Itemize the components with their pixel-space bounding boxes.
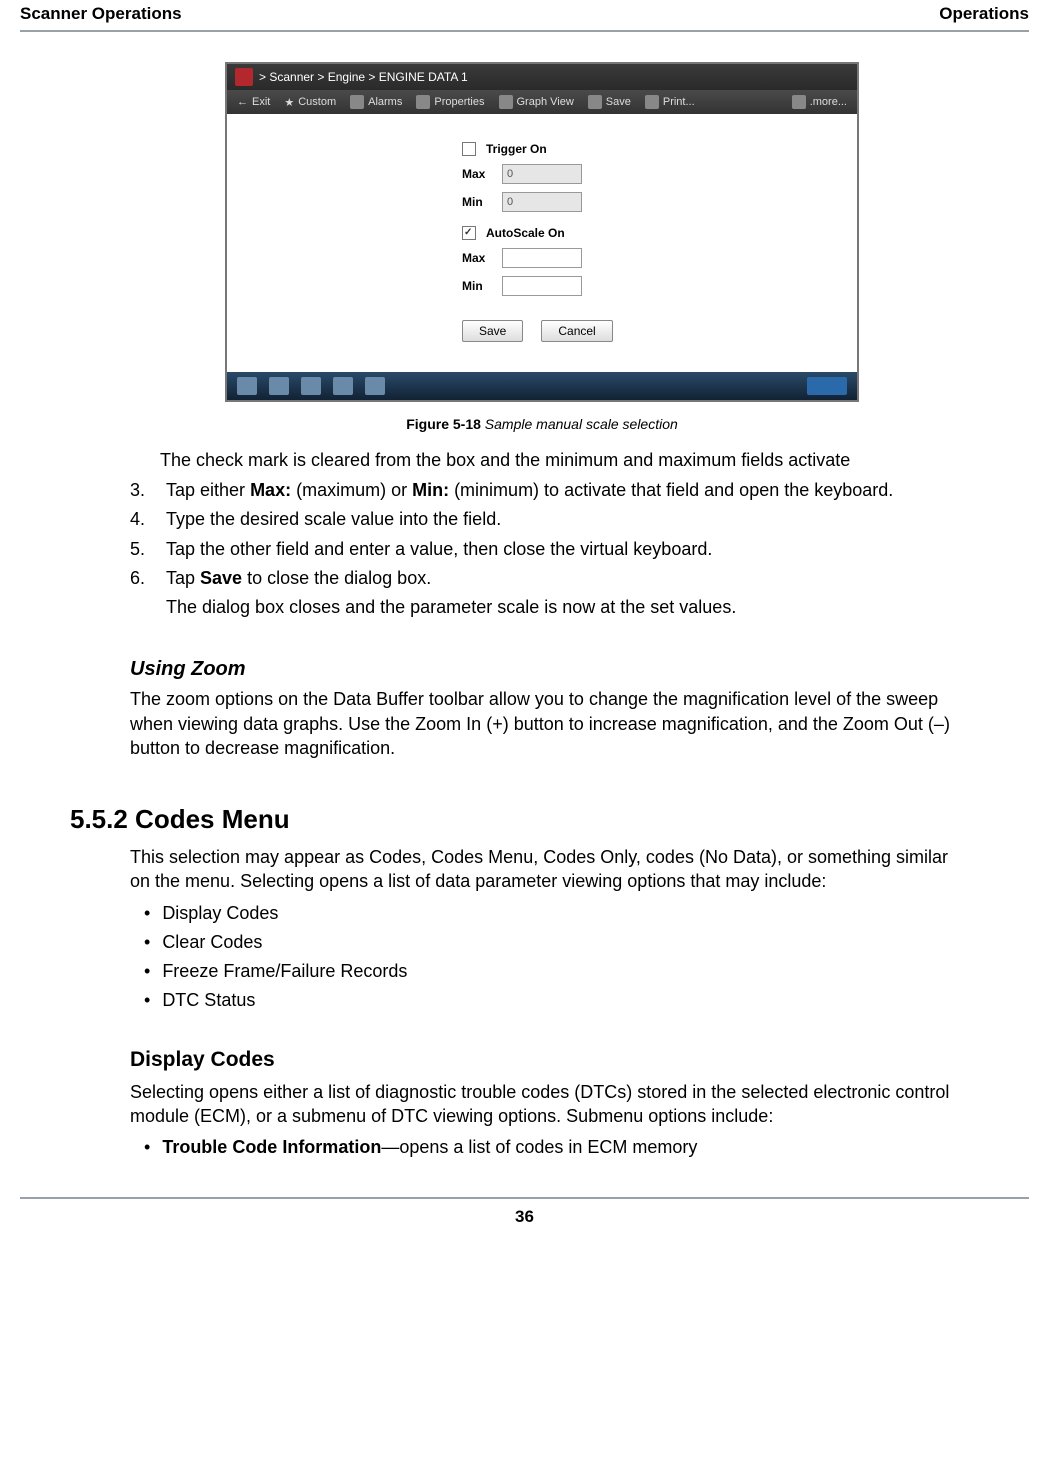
header-left: Scanner Operations [20, 4, 182, 24]
step-number: 6. [130, 566, 148, 591]
bullet-icon: • [144, 929, 150, 956]
step-number: 3. [130, 478, 148, 503]
trigger-max-label: Max [462, 167, 492, 181]
chart-icon [499, 95, 513, 109]
breadcrumb: > Scanner > Engine > ENGINE DATA 1 [259, 70, 468, 84]
trigger-min-label: Min [462, 195, 492, 209]
custom-button[interactable]: ★Custom [284, 96, 336, 109]
tray-icon[interactable] [807, 377, 847, 395]
home-icon[interactable] [237, 377, 257, 395]
header-right: Operations [939, 4, 1029, 24]
list-item: Trouble Code Information—opens a list of… [162, 1134, 697, 1161]
alarms-button[interactable]: Alarms [350, 95, 402, 109]
save-button[interactable]: Save [462, 320, 523, 342]
figure-number: Figure 5-18 [406, 416, 481, 432]
task-icon[interactable] [365, 377, 385, 395]
display-codes-heading: Display Codes [130, 1048, 954, 1072]
step-6: Tap Save to close the dialog box. [166, 566, 954, 591]
using-zoom-heading: Using Zoom [130, 658, 954, 681]
disk-icon [588, 95, 602, 109]
step-6-result: The dialog box closes and the parameter … [166, 595, 954, 620]
list-item: Freeze Frame/Failure Records [162, 958, 407, 985]
cancel-button[interactable]: Cancel [541, 320, 612, 342]
trigger-on-checkbox[interactable] [462, 142, 476, 156]
list-item: Display Codes [162, 900, 278, 927]
intro-line: The check mark is cleared from the box a… [130, 448, 954, 472]
autoscale-on-checkbox[interactable] [462, 226, 476, 240]
printer-icon [645, 95, 659, 109]
step-4: Type the desired scale value into the fi… [166, 507, 954, 532]
task-icon[interactable] [269, 377, 289, 395]
task-icon[interactable] [301, 377, 321, 395]
trigger-min-input[interactable] [502, 192, 582, 212]
bullet-icon: • [144, 958, 150, 985]
list-item: DTC Status [162, 987, 255, 1014]
list-item: Clear Codes [162, 929, 262, 956]
autoscale-max-input[interactable] [502, 248, 582, 268]
codes-menu-paragraph: This selection may appear as Codes, Code… [130, 845, 954, 894]
exit-button[interactable]: ←Exit [237, 96, 270, 108]
trigger-max-input[interactable] [502, 164, 582, 184]
step-5: Tap the other field and enter a value, t… [166, 537, 954, 562]
step-number: 4. [130, 507, 148, 532]
save-toolbar-button[interactable]: Save [588, 95, 631, 109]
bell-icon [350, 95, 364, 109]
properties-button[interactable]: Properties [416, 95, 484, 109]
using-zoom-paragraph: The zoom options on the Data Buffer tool… [130, 687, 954, 760]
app-logo-icon [235, 68, 253, 86]
graphview-button[interactable]: Graph View [499, 95, 574, 109]
more-icon [792, 95, 806, 109]
bullet-icon: • [144, 900, 150, 927]
section-heading: 5.5.2 Codes Menu [70, 804, 954, 835]
more-button[interactable]: .more... [792, 95, 847, 109]
figure-caption: Sample manual scale selection [481, 416, 678, 432]
autoscale-max-label: Max [462, 251, 492, 265]
autoscale-min-label: Min [462, 279, 492, 293]
trigger-on-label: Trigger On [486, 142, 547, 156]
figure-screenshot: > Scanner > Engine > ENGINE DATA 1 ←Exit… [225, 62, 859, 402]
autoscale-on-label: AutoScale On [486, 226, 565, 240]
bullet-icon: • [144, 987, 150, 1014]
autoscale-min-input[interactable] [502, 276, 582, 296]
step-3: Tap either Max: (maximum) or Min: (minim… [166, 478, 954, 503]
task-icon[interactable] [333, 377, 353, 395]
display-codes-paragraph: Selecting opens either a list of diagnos… [130, 1080, 954, 1129]
step-number: 5. [130, 537, 148, 562]
gear-icon [416, 95, 430, 109]
bullet-icon: • [144, 1134, 150, 1161]
print-button[interactable]: Print... [645, 95, 695, 109]
page-number: 36 [20, 1197, 1029, 1247]
